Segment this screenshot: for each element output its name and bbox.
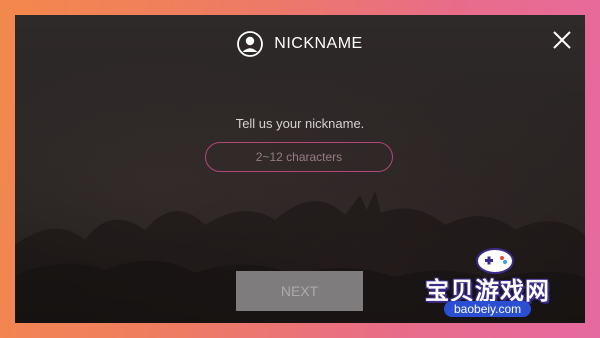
close-icon[interactable] (551, 29, 573, 51)
nickname-input[interactable] (205, 142, 393, 172)
user-icon (237, 31, 264, 57)
dialog-title: NICKNAME (274, 35, 363, 52)
dialog-header: NICKNAME (15, 29, 585, 59)
nickname-prompt: Tell us your nickname. (235, 116, 365, 131)
next-button[interactable]: NEXT (236, 271, 363, 311)
watermark-url: baobeiy.com (444, 301, 532, 317)
watermark-logo: 宝贝游戏网 baobeiy.com (424, 246, 592, 324)
